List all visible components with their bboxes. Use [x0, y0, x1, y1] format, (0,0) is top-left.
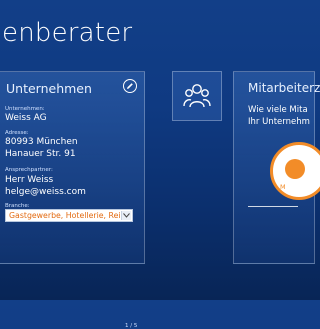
- address-line-1: 80993 München: [5, 137, 78, 147]
- pager: 1 / 5: [125, 323, 138, 329]
- divider: [248, 206, 298, 207]
- company-value: Weiss AG: [5, 113, 47, 123]
- pencil-icon[interactable]: [123, 79, 137, 93]
- address-line-2: Hanauer Str. 91: [5, 149, 76, 159]
- contact-name: Herr Weiss: [5, 175, 54, 185]
- company-label: Unternehmen:: [5, 106, 45, 112]
- staff-question-line-2: Ihr Unternehm: [248, 117, 310, 127]
- industry-select[interactable]: Gastgewerbe, Hotellerie, Rei…: [5, 209, 133, 222]
- company-card: Unternehmen Unternehmen: Weiss AG Adress…: [0, 71, 145, 329]
- industry-select-value: Gastgewerbe, Hotellerie, Rei…: [9, 211, 129, 220]
- page-title: enberater: [2, 18, 133, 48]
- staff-card-heading: Mitarbeiterz: [248, 81, 320, 95]
- staff-size-option[interactable]: M: [270, 142, 320, 200]
- chevron-down-icon[interactable]: [121, 211, 131, 220]
- users-icon-tile[interactable]: [172, 71, 222, 121]
- person-icon: [285, 159, 305, 179]
- users-icon: [183, 84, 211, 108]
- staff-question-line-1: Wie viele Mita: [248, 105, 308, 115]
- address-label: Adresse:: [5, 130, 29, 136]
- contact-label: Ansprechpartner:: [5, 167, 53, 173]
- staff-card: Mitarbeiterz Wie viele Mita Ihr Unterneh…: [233, 71, 320, 264]
- staff-size-label: M: [280, 183, 286, 191]
- company-card-heading: Unternehmen: [6, 81, 92, 96]
- contact-email: helge@weiss.com: [5, 187, 86, 197]
